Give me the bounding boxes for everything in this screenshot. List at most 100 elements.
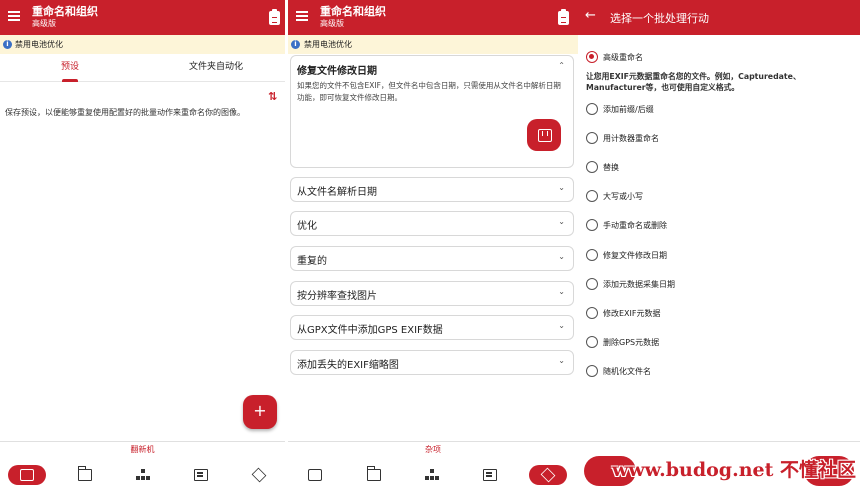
card-thumbnail[interactable]: 添加丢失的EXIF缩略图 ⌄ (290, 350, 574, 375)
app-subtitle: 高级版 (320, 19, 344, 28)
option-label: 添加前缀/后缀 (603, 105, 654, 114)
card-optimize[interactable]: 优化 ⌄ (290, 211, 574, 236)
box-icon (540, 467, 556, 483)
app-bar: 重命名和组织 高级版 (288, 0, 578, 35)
card-title: 从文件名解析日期 (297, 187, 377, 198)
option-label: 修复文件修改日期 (603, 251, 667, 260)
radio-case[interactable] (586, 190, 598, 202)
tab-indicator (62, 79, 78, 82)
banner-text: 禁用电池优化 (304, 40, 352, 49)
sort-icon[interactable]: ⇅ (268, 91, 281, 103)
chevron-down-icon: ⌄ (558, 217, 565, 226)
box-icon (251, 467, 267, 483)
card-title: 从GPX文件中添加GPS EXIF数据 (297, 325, 443, 336)
card-description: 如果您的文件不包含EXIF，但文件名中包含日期，只需使用从文件名中解析日期功能，… (297, 81, 561, 102)
bottom-section-label: 杂项 (288, 441, 578, 455)
tab-presets[interactable]: 预设 (20, 54, 120, 82)
tab-label: 文件夹自动化 (188, 62, 243, 72)
run-action-button[interactable] (527, 119, 561, 151)
card-title: 修复文件修改日期 (297, 66, 377, 77)
option-label: 修改EXIF元数据 (603, 309, 661, 318)
option-label: 高级重命名 (603, 53, 643, 62)
option-label: 随机化文件名 (603, 367, 651, 376)
card-title: 重复的 (297, 256, 327, 267)
option-label: 用计数器重命名 (603, 134, 659, 143)
folder-icon (366, 466, 381, 481)
nav-folder[interactable] (355, 465, 393, 485)
app-title: 重命名和组织 (32, 5, 98, 18)
battery-banner[interactable]: i 禁用电池优化 (0, 35, 285, 54)
clipboard-icon[interactable] (269, 9, 280, 25)
chevron-down-icon: ⌄ (558, 287, 565, 296)
card-gpx[interactable]: 从GPX文件中添加GPS EXIF数据 ⌄ (290, 315, 574, 340)
presets-screen: 重命名和组织 高级版 i 禁用电池优化 预设 文件夹自动化 ⇅ 保存预设，以便能… (0, 0, 285, 493)
chevron-up-icon[interactable]: ⌃ (558, 61, 565, 70)
option-label: 添加元数据采集日期 (603, 280, 675, 289)
menu-icon[interactable] (296, 11, 308, 21)
menu-icon[interactable] (8, 11, 20, 21)
banner-text: 禁用电池优化 (15, 40, 63, 49)
app-title: 重命名和组织 (320, 5, 386, 18)
tab-folder-automation[interactable]: 文件夹自动化 (166, 54, 266, 82)
app-bar: 重命名和组织 高级版 (0, 0, 285, 35)
card-parse-date[interactable]: 从文件名解析日期 ⌄ (290, 177, 574, 202)
tab-bar: 预设 文件夹自动化 (0, 54, 285, 82)
option-label: 替换 (603, 163, 619, 172)
info-icon: i (3, 40, 12, 49)
nav-box[interactable] (529, 465, 567, 485)
nav-tree[interactable] (413, 465, 451, 485)
divider (578, 441, 860, 442)
arrow-back-icon[interactable]: ← (585, 8, 596, 23)
misc-screen: 重命名和组织 高级版 i 禁用电池优化 修复文件修改日期 ⌃ 如果您的文件不包含… (288, 0, 578, 493)
tab-label: 预设 (60, 62, 79, 72)
radio-manual[interactable] (586, 219, 598, 231)
app-bar: ← 选择一个批处理行动 (578, 0, 860, 35)
radio-advanced-rename[interactable] (586, 51, 598, 63)
bottom-nav (0, 463, 285, 491)
radio-capture-date[interactable] (586, 278, 598, 290)
screen-title: 选择一个批处理行动 (610, 12, 709, 25)
add-icon[interactable]: + (243, 395, 277, 429)
chevron-down-icon: ⌄ (558, 321, 565, 330)
radio-prefix-suffix[interactable] (586, 103, 598, 115)
phone-icon (308, 469, 322, 481)
watermark: www.budog.net 不懂社区 (611, 459, 856, 481)
chevron-down-icon: ⌄ (558, 252, 565, 261)
edit-list-icon (194, 469, 208, 481)
radio-modify-exif[interactable] (586, 307, 598, 319)
edit-list-icon (483, 469, 497, 481)
card-title: 按分辨率查找图片 (297, 291, 377, 302)
tree-icon (136, 469, 150, 481)
radio-replace[interactable] (586, 161, 598, 173)
app-subtitle: 高级版 (32, 19, 56, 28)
card-title: 优化 (297, 221, 317, 232)
clipboard-icon[interactable] (558, 9, 569, 25)
nav-folder[interactable] (66, 465, 104, 485)
option-description: 让您用EXIF元数据重命名您的文件。例如，Capturedate、Manufac… (586, 72, 801, 92)
nav-box[interactable] (240, 465, 278, 485)
option-label: 删除GPS元数据 (603, 338, 660, 347)
nav-phone[interactable] (296, 465, 334, 485)
option-label: 大写或小写 (603, 192, 643, 201)
fix-date-card[interactable]: 修复文件修改日期 ⌃ 如果您的文件不包含EXIF，但文件名中包含日期，只需使用从… (290, 55, 574, 168)
card-title: 添加丢失的EXIF缩略图 (297, 360, 399, 371)
bottom-nav (288, 463, 578, 491)
card-resolution[interactable]: 按分辨率查找图片 ⌄ (290, 281, 574, 306)
nav-phone[interactable] (8, 465, 46, 485)
nav-tree[interactable] (124, 465, 162, 485)
nav-edit[interactable] (182, 465, 220, 485)
radio-fix-date[interactable] (586, 249, 598, 261)
battery-banner[interactable]: i 禁用电池优化 (288, 35, 578, 54)
batch-action-screen: ← 选择一个批处理行动 高级重命名 让您用EXIF元数据重命名您的文件。例如，C… (578, 0, 860, 493)
chevron-down-icon: ⌄ (558, 183, 565, 192)
radio-delete-gps[interactable] (586, 336, 598, 348)
folder-icon (77, 466, 92, 481)
radio-randomize[interactable] (586, 365, 598, 377)
presets-description: 保存预设，以便能够重复使用配置好的批量动作来重命名你的图像。 (5, 108, 245, 117)
option-label: 手动重命名或删除 (603, 221, 667, 230)
card-duplicates[interactable]: 重复的 ⌄ (290, 246, 574, 271)
phone-icon (20, 469, 34, 481)
radio-counter[interactable] (586, 132, 598, 144)
chevron-down-icon: ⌄ (558, 356, 565, 365)
nav-edit[interactable] (471, 465, 509, 485)
